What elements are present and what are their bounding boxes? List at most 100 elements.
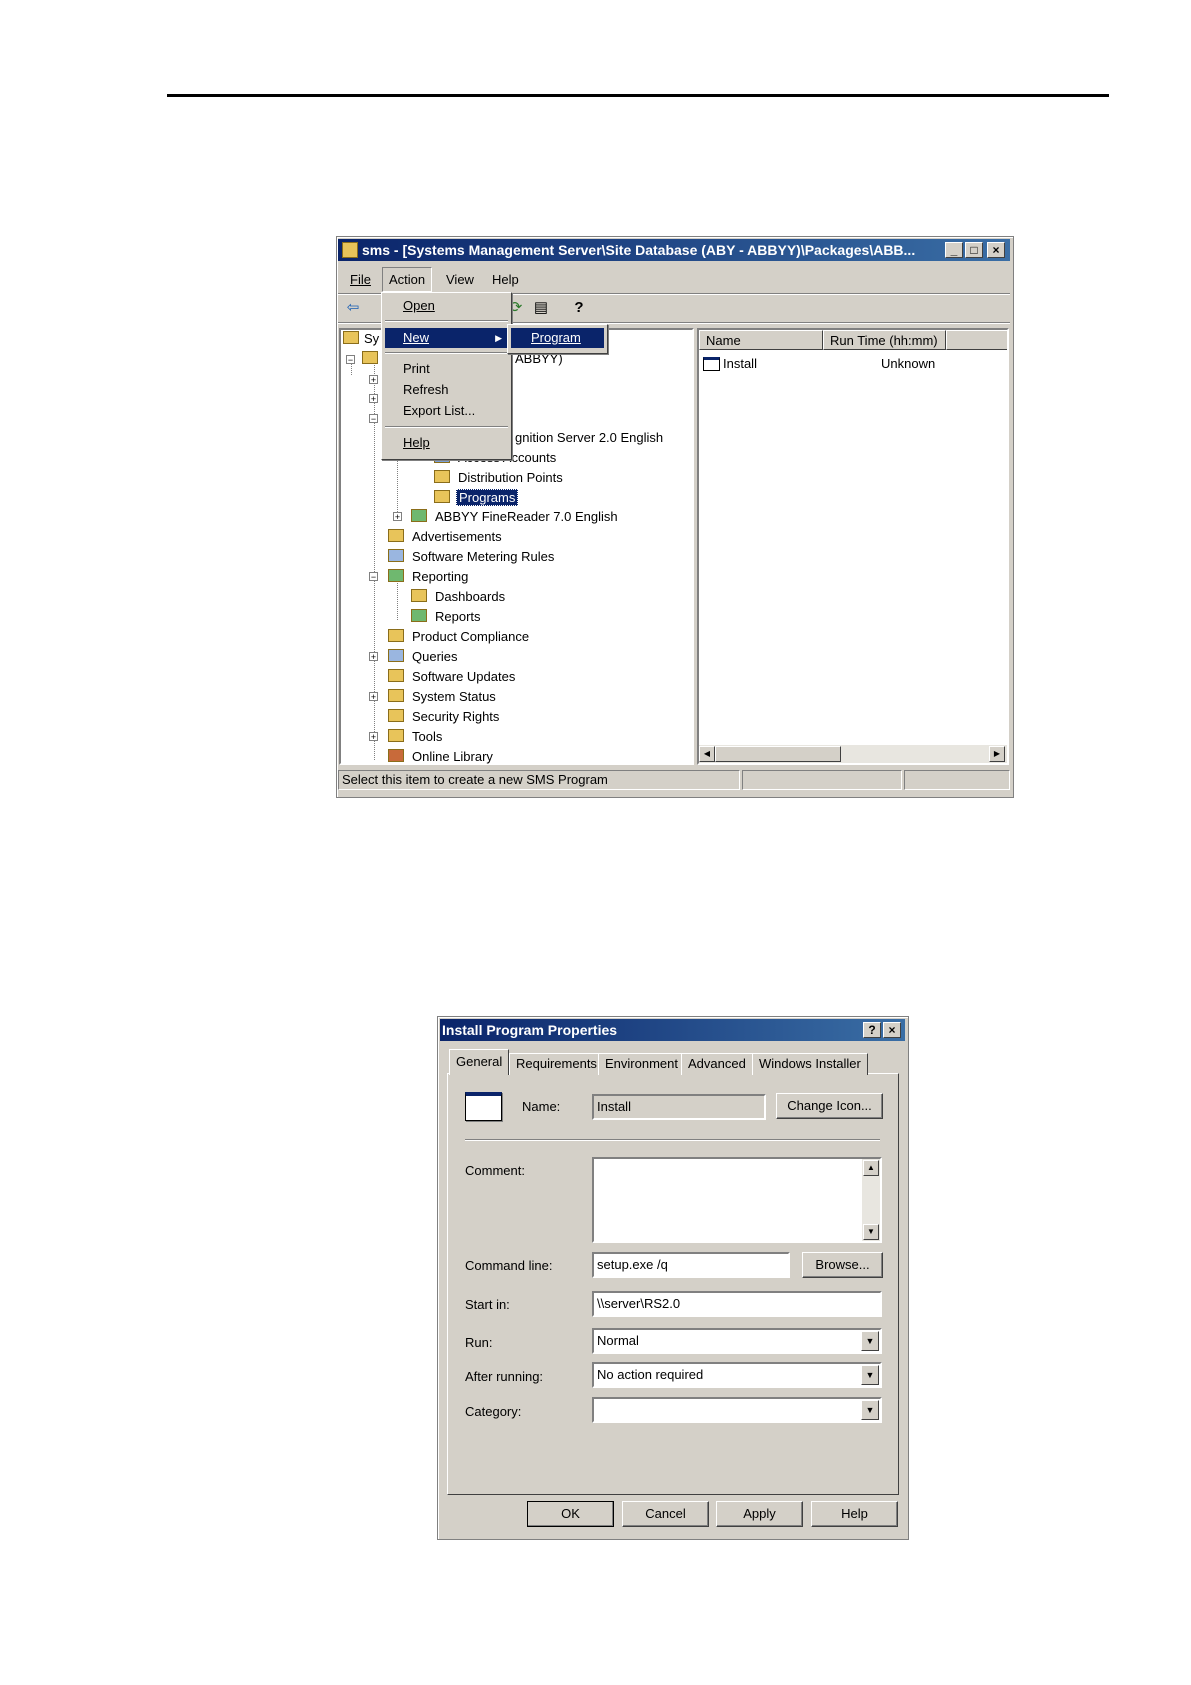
back-arrow-icon[interactable]: ⇦ <box>343 298 363 318</box>
tree-software-metering[interactable]: Software Metering Rules <box>412 549 554 564</box>
tab-environment[interactable]: Environment <box>598 1053 685 1075</box>
menu-view[interactable]: View <box>446 272 474 287</box>
tree-security-rights[interactable]: Security Rights <box>412 709 499 724</box>
ok-button[interactable]: OK <box>527 1501 614 1527</box>
chevron-down-icon[interactable]: ▼ <box>861 1331 879 1351</box>
command-line-input[interactable]: setup.exe /q <box>592 1252 790 1278</box>
advertisements-icon <box>388 529 404 542</box>
help-icon[interactable]: ? <box>569 298 589 318</box>
menu-item-help[interactable]: Help <box>385 433 508 453</box>
dialog-title-bar[interactable]: Install Program Properties ? × <box>440 1019 905 1041</box>
context-help-button[interactable]: ? <box>863 1022 881 1038</box>
category-label: Category: <box>465 1404 522 1419</box>
dialog-divider <box>465 1139 880 1141</box>
collapse-icon[interactable]: − <box>346 355 355 365</box>
expand-icon[interactable]: + <box>369 692 378 702</box>
system-status-icon <box>388 689 404 702</box>
menu-separator <box>385 320 508 322</box>
after-running-dropdown[interactable]: No action required ▼ <box>592 1362 882 1388</box>
menu-item-print[interactable]: Print <box>385 359 508 379</box>
menu-action[interactable]: Action <box>382 267 433 292</box>
expand-icon[interactable]: + <box>369 375 378 385</box>
new-submenu: Program <box>507 324 608 354</box>
menu-file[interactable]: File <box>350 272 371 287</box>
name-field[interactable]: Install <box>592 1094 766 1120</box>
collapse-icon[interactable]: − <box>369 572 378 582</box>
tree-dashboards[interactable]: Dashboards <box>435 589 505 604</box>
category-dropdown[interactable]: ▼ <box>592 1397 882 1423</box>
dialog-close-button[interactable]: × <box>883 1022 901 1038</box>
list-row-run-time: Unknown <box>881 356 936 371</box>
tree-distribution-points[interactable]: Distribution Points <box>458 470 563 485</box>
sms-app-icon <box>342 242 358 258</box>
software-updates-icon <box>388 669 404 682</box>
tree-software-updates[interactable]: Software Updates <box>412 669 515 684</box>
list-row-name[interactable]: Install <box>723 356 757 371</box>
horizontal-scrollbar[interactable]: ◀ ▶ <box>699 745 1007 763</box>
comment-scrollbar[interactable]: ▲ ▼ <box>862 1159 880 1241</box>
tree-advertisements[interactable]: Advertisements <box>412 529 502 544</box>
cancel-button[interactable]: Cancel <box>622 1501 709 1527</box>
sms-title-bar[interactable]: sms - [Systems Management Server\Site Da… <box>338 239 1010 261</box>
change-icon-button[interactable]: Change Icon... <box>776 1093 883 1119</box>
chevron-down-icon[interactable]: ▼ <box>861 1365 879 1385</box>
browse-button[interactable]: Browse... <box>802 1252 883 1278</box>
tree-root-label[interactable]: Sy <box>364 331 379 346</box>
help-button[interactable]: Help <box>811 1501 898 1527</box>
dashboards-icon <box>411 589 427 602</box>
program-icon-large <box>465 1092 502 1121</box>
queries-icon <box>388 649 404 662</box>
tab-general[interactable]: General <box>449 1049 510 1075</box>
page-header-rule <box>167 94 1109 97</box>
minimize-button[interactable]: _ <box>945 242 963 258</box>
after-running-label: After running: <box>465 1369 544 1384</box>
scroll-down-button[interactable]: ▼ <box>863 1224 879 1240</box>
tree-reporting[interactable]: Reporting <box>412 569 468 584</box>
scroll-up-button[interactable]: ▲ <box>863 1160 879 1176</box>
maximize-button[interactable]: □ <box>965 242 983 258</box>
list-pane[interactable]: Name Run Time (hh:mm) D Install Unknown … <box>697 328 1009 765</box>
tree-system-status[interactable]: System Status <box>412 689 496 704</box>
scroll-right-button[interactable]: ▶ <box>989 746 1005 762</box>
tab-panel <box>447 1073 899 1495</box>
tab-windows-installer[interactable]: Windows Installer <box>752 1053 868 1075</box>
tree-reports[interactable]: Reports <box>435 609 481 624</box>
online-library-icon <box>388 749 404 762</box>
site-icon <box>362 351 378 364</box>
expand-icon[interactable]: + <box>369 394 378 404</box>
tree-programs-selected[interactable]: Programs <box>456 489 519 506</box>
run-dropdown[interactable]: Normal ▼ <box>592 1328 882 1354</box>
tree-finereader[interactable]: ABBYY FineReader 7.0 English <box>435 509 618 524</box>
close-button[interactable]: × <box>987 242 1005 258</box>
run-label: Run: <box>465 1335 493 1350</box>
tab-advanced[interactable]: Advanced <box>681 1053 753 1075</box>
tree-tools[interactable]: Tools <box>412 729 442 744</box>
column-name[interactable]: Name <box>699 330 823 350</box>
after-running-value: No action required <box>597 1367 704 1382</box>
apply-button[interactable]: Apply <box>716 1501 803 1527</box>
tree-package-label[interactable]: gnition Server 2.0 English <box>515 430 663 445</box>
chevron-down-icon[interactable]: ▼ <box>861 1400 879 1420</box>
comment-textarea[interactable]: ▲ ▼ <box>592 1157 882 1243</box>
menu-help[interactable]: Help <box>492 272 519 287</box>
menu-item-program[interactable]: Program <box>511 328 604 348</box>
menu-item-export-list[interactable]: Export List... <box>385 401 508 421</box>
column-d[interactable]: D <box>946 330 1007 350</box>
scroll-thumb[interactable] <box>715 746 841 762</box>
start-in-input[interactable]: \\server\RS2.0 <box>592 1291 882 1317</box>
start-in-label: Start in: <box>465 1297 510 1312</box>
expand-icon[interactable]: + <box>369 732 378 742</box>
menu-item-new[interactable]: New ▶ <box>385 328 508 348</box>
tree-online-library[interactable]: Online Library <box>412 749 493 764</box>
tree-product-compliance[interactable]: Product Compliance <box>412 629 529 644</box>
tree-queries[interactable]: Queries <box>412 649 458 664</box>
scroll-left-button[interactable]: ◀ <box>699 746 715 762</box>
column-run-time[interactable]: Run Time (hh:mm) <box>823 330 946 350</box>
collapse-icon[interactable]: − <box>369 414 378 424</box>
export-list-icon[interactable]: ▤ <box>531 298 551 318</box>
menu-item-refresh[interactable]: Refresh <box>385 380 508 400</box>
expand-icon[interactable]: + <box>393 512 402 522</box>
expand-icon[interactable]: + <box>369 652 378 662</box>
tab-requirements[interactable]: Requirements <box>509 1053 604 1075</box>
menu-item-open[interactable]: Open <box>385 296 508 316</box>
